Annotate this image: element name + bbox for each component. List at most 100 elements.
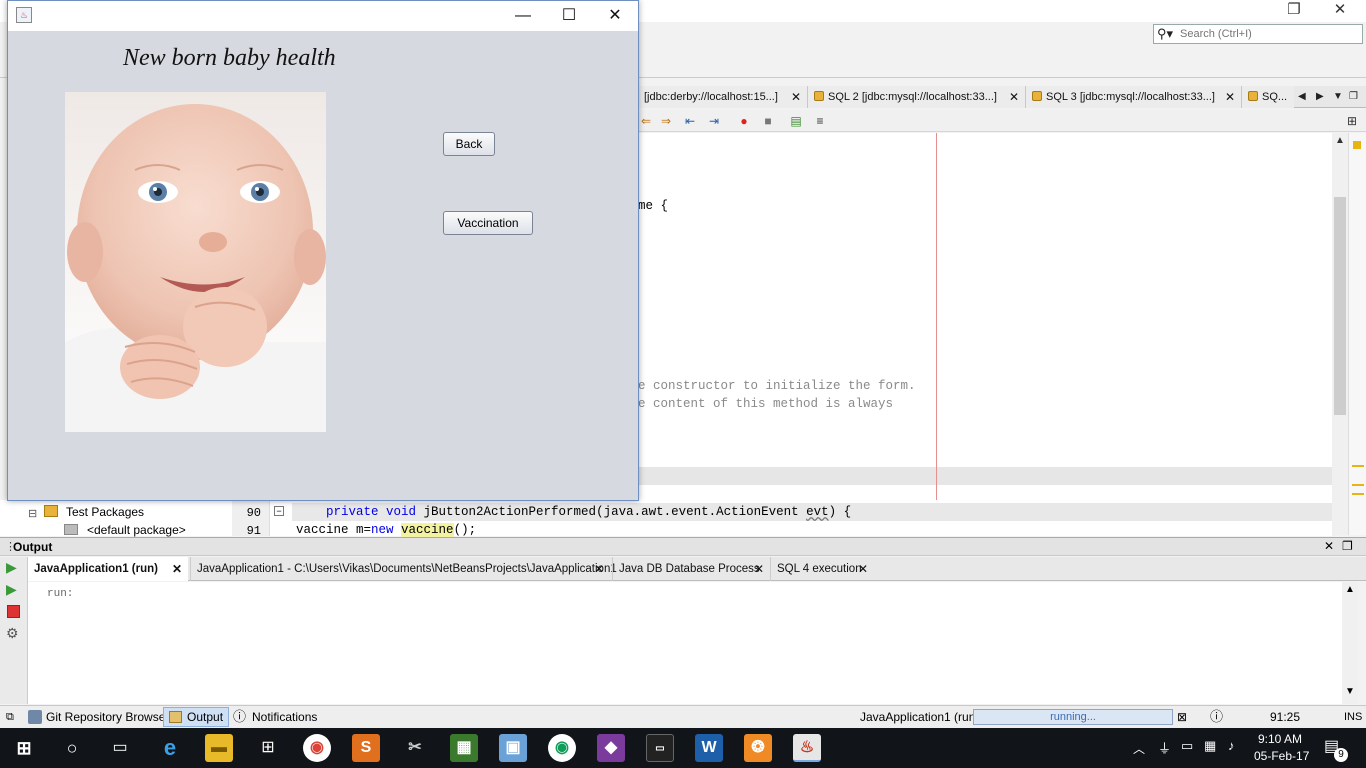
restore-icon[interactable]: ❐	[1342, 539, 1353, 553]
task-view-icon[interactable]: ▭	[106, 734, 134, 762]
box-icon[interactable]: ▣	[499, 734, 527, 762]
rerun-with-params-icon[interactable]: ▶	[6, 581, 17, 598]
rerun-icon[interactable]: ▶	[6, 559, 17, 576]
code-args: (java.awt.event.ActionEvent	[596, 505, 807, 519]
restore-icon[interactable]: ❐	[1282, 0, 1306, 20]
output-console[interactable]: run:	[28, 582, 1342, 704]
default-package-node[interactable]: <default package>	[87, 523, 186, 537]
tab-list-icon[interactable]: ▼	[1333, 86, 1343, 108]
maximize-icon[interactable]: ⧉	[6, 706, 14, 729]
settings-icon[interactable]: ⚙	[6, 625, 19, 642]
tab-sql-3[interactable]: SQL 3 [jdbc:mysql://localhost:33...] ✕	[1026, 86, 1242, 108]
close-icon[interactable]: ✕	[1324, 539, 1334, 553]
chrome-icon[interactable]: ◉	[303, 734, 331, 762]
scroll-up-icon[interactable]: ▲	[1335, 135, 1345, 146]
close-icon[interactable]: ✕	[858, 557, 868, 581]
edge-icon[interactable]: e	[156, 734, 184, 762]
scroll-down-icon[interactable]: ▼	[1345, 686, 1355, 697]
stop-macro-icon[interactable]: ■	[760, 113, 776, 129]
git-repository-browser-button[interactable]: Git Repository Browser	[46, 706, 169, 729]
shift-right-icon[interactable]: ⇒	[658, 113, 674, 129]
tab-scroll-left-icon[interactable]: ◀	[1298, 86, 1306, 108]
mysql-workbench-icon[interactable]: ▭	[646, 734, 674, 762]
stop-icon[interactable]	[7, 605, 20, 618]
java-icon[interactable]: ♨	[793, 734, 821, 762]
search-icon[interactable]: ○	[58, 734, 86, 762]
tab-sql-4[interactable]: SQ...	[1242, 86, 1294, 108]
warning-marker[interactable]	[1352, 484, 1364, 486]
back-button[interactable]: Back	[443, 132, 495, 156]
network-icon[interactable]: ▦	[1204, 738, 1216, 754]
close-icon[interactable]: ✕	[1328, 0, 1352, 20]
scroll-up-icon[interactable]: ▲	[1345, 584, 1355, 595]
record-macro-icon[interactable]: ●	[736, 113, 752, 129]
tab-javadb[interactable]: Java DB Database Process ✕	[612, 557, 770, 581]
code-class: vaccine	[401, 523, 454, 537]
test-packages-node[interactable]: Test Packages	[66, 505, 144, 519]
warning-marker[interactable]	[1352, 465, 1364, 467]
maximize-icon[interactable]: ☐	[546, 1, 592, 31]
tab-sql4-execution[interactable]: SQL 4 execution ✕	[770, 557, 874, 581]
highlighted-row	[636, 467, 1332, 485]
code-line: me {	[638, 199, 669, 213]
scrollbar-thumb[interactable]	[1334, 197, 1346, 415]
tab-sql-derby[interactable]: [jdbc:derby://localhost:15...] ✕	[636, 86, 808, 108]
clock-time[interactable]: 9:10 AM	[1258, 732, 1302, 746]
app-icon[interactable]: ◆	[597, 734, 625, 762]
volume-icon[interactable]: ♪	[1228, 738, 1235, 753]
clock-date[interactable]: 05-Feb-17	[1254, 749, 1309, 763]
minimize-icon[interactable]: —	[500, 1, 546, 31]
chrome-alt-icon[interactable]: ◉	[548, 734, 576, 762]
editor-scrollbar[interactable]: ▲	[1332, 133, 1348, 535]
running-project-label: JavaApplication1 (run)	[860, 710, 980, 724]
close-icon[interactable]: ✕	[172, 557, 182, 581]
spreadsheet-icon[interactable]: ▦	[450, 734, 478, 762]
file-explorer-icon[interactable]: ▬	[205, 734, 233, 762]
fold-icon[interactable]: −	[274, 506, 284, 516]
notifications-button[interactable]: Notifications	[252, 706, 317, 729]
line-number: 90	[246, 506, 261, 520]
prev-bookmark-icon[interactable]: ⇤	[682, 113, 698, 129]
collapse-icon[interactable]: ⊟	[28, 507, 37, 520]
tab-output-run[interactable]: JavaApplication1 (run) ✕	[28, 557, 188, 581]
sublime-icon[interactable]: S	[352, 734, 380, 762]
close-icon[interactable]: ✕	[592, 1, 638, 31]
notification-bell-icon[interactable]: ⓘ	[1210, 706, 1223, 729]
output-scrollbar[interactable]: ▲ ▼	[1342, 582, 1358, 704]
tab-sql-2[interactable]: SQL 2 [jdbc:mysql://localhost:33...] ✕	[808, 86, 1026, 108]
restore-window-icon[interactable]: ❐	[1349, 86, 1358, 108]
tab-output-project[interactable]: JavaApplication1 - C:\Users\Vikas\Docume…	[190, 557, 617, 581]
code-keyword: new	[371, 523, 394, 537]
usb-icon[interactable]: ⏚	[1158, 738, 1171, 757]
search-input[interactable]	[1180, 26, 1360, 42]
comment-icon[interactable]: ▤	[788, 113, 804, 129]
word-icon[interactable]: W	[695, 734, 723, 762]
baby-photo	[65, 92, 326, 432]
windows-start-icon[interactable]: ⊞	[10, 734, 38, 762]
split-icon[interactable]: ⊞	[1344, 113, 1360, 129]
project-tree: ⊟ Test Packages <default package>	[0, 500, 232, 537]
ide-search-box[interactable]: ⚲▾	[1153, 24, 1363, 44]
vaccination-button[interactable]: Vaccination	[443, 211, 533, 235]
tool-icon[interactable]: ✂	[401, 734, 429, 762]
code-comment-line: e content of this method is always	[638, 397, 894, 411]
battery-icon[interactable]: ▭	[1181, 738, 1193, 754]
shift-left-icon[interactable]: ⇐	[638, 113, 654, 129]
tray-arrow-icon[interactable]: ︿	[1133, 740, 1145, 757]
close-icon[interactable]: ✕	[1009, 86, 1019, 108]
cancel-task-icon[interactable]: ⊠	[1177, 706, 1187, 729]
warning-marker[interactable]	[1352, 493, 1364, 495]
tab-scroll-right-icon[interactable]: ▶	[1316, 86, 1324, 108]
uncomment-icon[interactable]: ≡	[812, 113, 828, 129]
close-icon[interactable]: ✕	[791, 86, 801, 108]
next-bookmark-icon[interactable]: ⇥	[706, 113, 722, 129]
uc-browser-icon[interactable]: ❂	[744, 734, 772, 762]
caret-position: 91:25	[1270, 710, 1301, 724]
close-icon[interactable]: ✕	[1225, 86, 1235, 108]
close-icon[interactable]: ✕	[754, 557, 764, 581]
close-icon[interactable]: ✕	[594, 557, 604, 581]
store-icon[interactable]: ⊞	[254, 734, 282, 762]
search-icon[interactable]: ⚲▾	[1157, 26, 1173, 42]
code-editor-lower[interactable]: private void jButton2ActionPerformed(jav…	[292, 500, 1332, 537]
warning-marker[interactable]	[1353, 141, 1361, 149]
